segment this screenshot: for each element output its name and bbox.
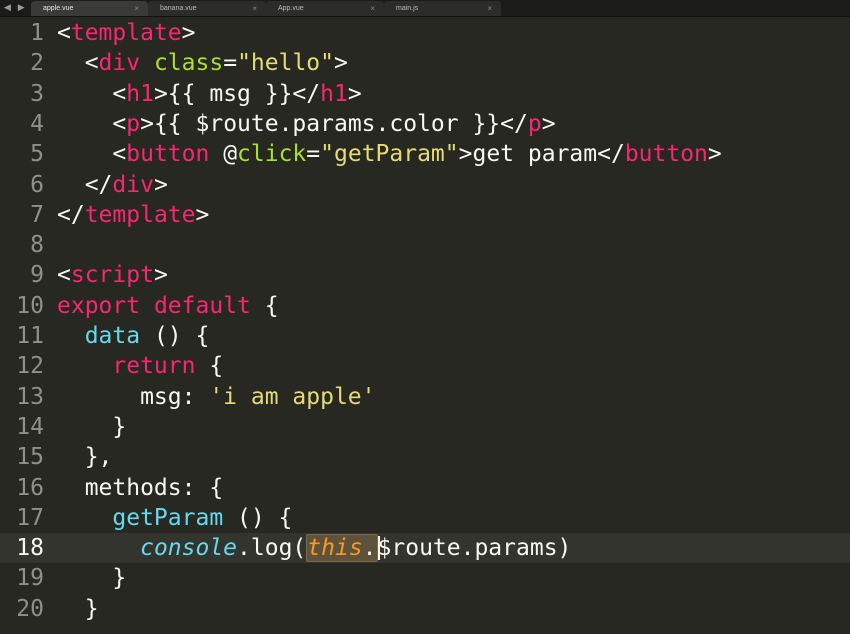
code-text: <script> [57,262,168,289]
tab-app-vue[interactable]: App.vue × [266,1,384,16]
code-text: } [57,595,99,622]
code-line[interactable]: 12 return { [0,351,850,381]
code-line[interactable]: 4 <p>{{ $route.params.color }}</p> [0,109,850,139]
code-text: } [57,413,127,440]
code-line-current[interactable]: 18 console.log(this.$route.params) [0,533,850,564]
line-number: 17 [16,504,44,531]
line-number: 4 [30,110,44,137]
code-line[interactable]: 11 data () { [0,321,850,351]
line-number: 14 [16,413,44,440]
tab-apple-vue[interactable]: apple.vue × [31,1,148,16]
code-text: methods: { [57,474,224,501]
code-text: return { [112,353,224,380]
tab-banana-vue[interactable]: banana.vue × [148,1,266,16]
code-line[interactable]: 14 } [0,412,850,442]
code-text: }, [57,444,113,471]
line-number: 18 [16,535,44,562]
line-number: 10 [16,292,44,319]
code-line[interactable]: 19 } [0,563,850,593]
tab-main-js[interactable]: main.js × [384,1,501,16]
code-text: <template> [57,20,196,46]
code-text: </div> [57,171,168,198]
editor-window: ◀ ▶ apple.vue × banana.vue × App.vue × m… [0,0,850,634]
code-text: data () { [84,323,210,349]
tab-label: main.js [396,5,419,12]
code-text: <div class="hello"> [57,50,348,77]
code-line[interactable]: 15 }, [0,442,850,472]
tab-close-icon[interactable]: × [252,1,257,16]
line-number: 5 [30,141,44,168]
line-number: 15 [16,444,44,471]
code-line[interactable]: 7 </template> [0,200,850,230]
code-line[interactable]: 8 [0,230,850,260]
line-number: 2 [30,50,44,77]
code-text: } [57,565,127,592]
tab-close-icon[interactable]: × [370,1,375,16]
code-line[interactable]: 17 getParam () { [0,503,850,533]
code-editor[interactable]: 1 <template> 2 <div class="hello"> 3 <h1… [0,18,850,634]
line-number: 20 [16,595,44,622]
code-text: </template> [57,201,210,228]
line-number: 7 [30,201,44,228]
code-text: <p>{{ $route.params.color }}</p> [57,110,556,137]
code-text: <h1>{{ msg }}</h1> [57,80,362,107]
line-number: 3 [30,80,44,107]
line-number: 8 [30,232,44,259]
code-line[interactable]: 16 methods: { [0,473,850,503]
tab-label: apple.vue [43,5,74,12]
line-number: 12 [16,353,44,380]
code-line[interactable]: 13 msg: 'i am apple' [0,382,850,412]
code-line[interactable]: 9 <script> [0,260,850,290]
line-number: 9 [30,262,44,289]
code-text: <button @click="getParam">get param</but… [57,141,722,168]
tab-close-icon[interactable]: × [134,1,139,16]
tab-label: banana.vue [160,5,197,12]
line-number: 6 [30,171,44,198]
line-number: 19 [16,565,44,592]
line-number: 13 [16,383,44,410]
line-number: 1 [30,20,44,46]
code-line[interactable]: 3 <h1>{{ msg }}</h1> [0,79,850,109]
code-text: export default { [57,292,279,319]
code-line[interactable]: 20 } [0,594,850,624]
tab-nav-arrows-icon[interactable]: ◀ ▶ [4,1,30,15]
line-number: 16 [16,474,44,501]
code-line[interactable]: 10 export default { [0,291,850,321]
code-line[interactable]: 6 </div> [0,170,850,200]
tab-label: App.vue [278,5,304,12]
code-text: msg: 'i am apple' [57,383,376,410]
code-text: getParam () { [112,504,293,531]
code-line[interactable]: 5 <button @click="getParam">get param</b… [0,139,850,169]
line-number: 11 [16,323,44,349]
code-text: console.log(this.$route.params) [140,534,572,563]
tab-close-icon[interactable]: × [487,1,492,16]
tab-bar: ◀ ▶ apple.vue × banana.vue × App.vue × m… [0,0,850,17]
code-line[interactable]: 1 <template> [0,18,850,48]
code-line[interactable]: 2 <div class="hello"> [0,48,850,78]
